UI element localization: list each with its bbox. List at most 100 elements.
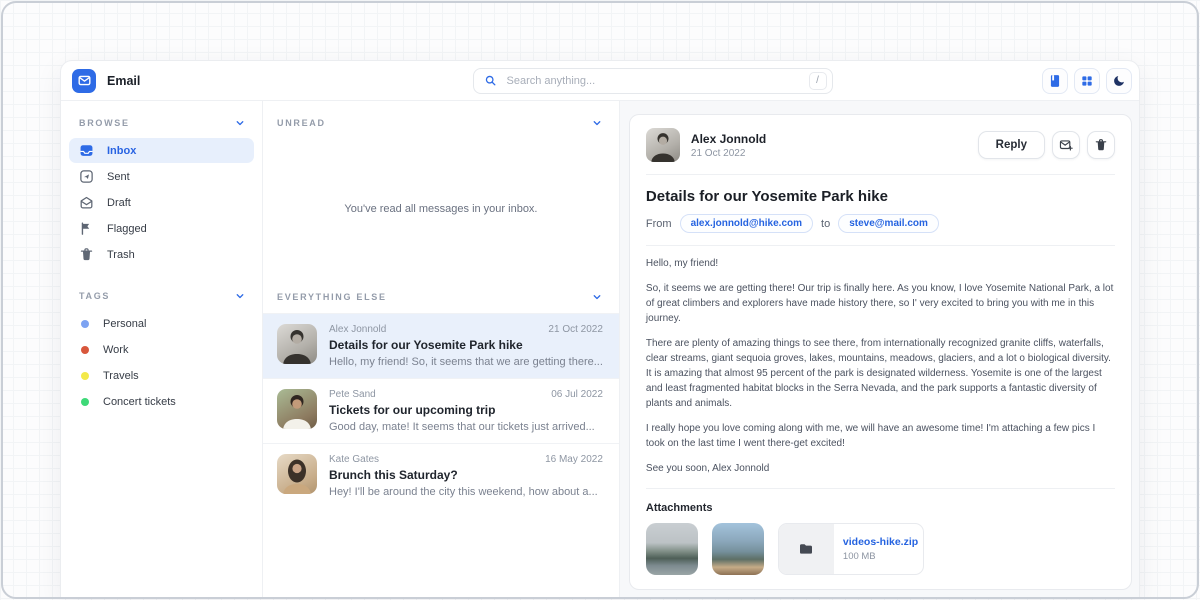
draft-icon <box>79 195 94 210</box>
from-email-chip[interactable]: alex.jonnold@hike.com <box>680 214 813 233</box>
tag-color-dot <box>81 398 89 406</box>
folder-icon <box>779 524 834 574</box>
divider <box>646 245 1115 246</box>
attachment-file-card[interactable]: videos-hike.zip 100 MB <box>778 523 924 575</box>
sidebar-item-label: Sent <box>107 171 130 183</box>
tags-list: Personal Work Travels Concert tickets <box>69 311 254 415</box>
email-sender: Pete Sand <box>329 389 376 400</box>
email-meta: Kate Gates 16 May 2022 Brunch this Satur… <box>329 454 603 498</box>
detail-date: 21 Oct 2022 <box>691 148 766 159</box>
email-subject: Brunch this Saturday? <box>329 468 603 482</box>
main-content: BROWSE Inbox Sent Draft Flagge <box>61 101 1139 597</box>
tag-item-travels[interactable]: Travels <box>69 363 254 389</box>
notebook-icon <box>1048 74 1062 88</box>
unread-section-header: UNREAD <box>263 101 619 139</box>
app-title: Email <box>107 74 140 88</box>
avatar <box>277 389 317 429</box>
apps-grid-button[interactable] <box>1074 68 1100 94</box>
email-list-item[interactable]: Pete Sand 06 Jul 2022 Tickets for our up… <box>263 378 619 443</box>
sidebar-item-draft[interactable]: Draft <box>69 190 254 215</box>
sidebar-item-inbox[interactable]: Inbox <box>69 138 254 163</box>
tag-item-concert-tickets[interactable]: Concert tickets <box>69 389 254 415</box>
tag-color-dot <box>81 320 89 328</box>
email-list-item[interactable]: Kate Gates 16 May 2022 Brunch this Satur… <box>263 443 619 508</box>
avatar <box>646 128 680 162</box>
email-detail-area: Alex Jonnold 21 Oct 2022 Reply Deta <box>620 101 1139 597</box>
moon-icon <box>1112 74 1126 88</box>
email-date: 21 Oct 2022 <box>548 324 602 335</box>
search-bar[interactable]: / <box>473 68 833 94</box>
avatar <box>277 324 317 364</box>
sidebar-item-sent[interactable]: Sent <box>69 164 254 189</box>
divider <box>646 488 1115 489</box>
sidebar-item-label: Flagged <box>107 223 147 235</box>
browse-section-label: BROWSE <box>79 118 130 128</box>
notebook-button[interactable] <box>1042 68 1068 94</box>
divider <box>646 174 1115 175</box>
browse-section-header: BROWSE <box>69 117 254 129</box>
tag-label: Travels <box>103 370 139 382</box>
reply-button[interactable]: Reply <box>978 131 1045 159</box>
sidebar-item-label: Trash <box>107 249 135 261</box>
trash-icon <box>79 247 94 262</box>
topbar-actions <box>1042 68 1139 94</box>
forward-mail-button[interactable] <box>1052 131 1080 159</box>
email-subject: Tickets for our upcoming trip <box>329 403 603 417</box>
tag-color-dot <box>81 372 89 380</box>
email-sender: Kate Gates <box>329 454 379 465</box>
everything-else-section-label: EVERYTHING ELSE <box>277 292 387 302</box>
dark-mode-toggle[interactable] <box>1106 68 1132 94</box>
email-list-column: UNREAD You've read all messages in your … <box>263 101 620 597</box>
chevron-down-icon[interactable] <box>234 117 246 129</box>
sent-icon <box>79 169 94 184</box>
search-shortcut-badge: / <box>809 72 827 90</box>
delete-button[interactable] <box>1087 131 1115 159</box>
email-body: Hello, my friend! So, it seems we are ge… <box>646 256 1115 476</box>
sidebar-item-label: Inbox <box>107 145 136 157</box>
attachment-file-size: 100 MB <box>843 551 923 562</box>
tag-item-work[interactable]: Work <box>69 337 254 363</box>
detail-header: Alex Jonnold 21 Oct 2022 Reply <box>646 128 1115 162</box>
detail-actions: Reply <box>978 131 1115 159</box>
detail-subject: Details for our Yosemite Park hike <box>646 188 1115 205</box>
email-app-window: Email / BROWSE <box>60 60 1140 598</box>
to-email-chip[interactable]: steve@mail.com <box>838 214 939 233</box>
sender-info: Alex Jonnold 21 Oct 2022 <box>691 132 766 159</box>
body-paragraph: See you soon, Alex Jonnold <box>646 461 1115 476</box>
attachments-row: videos-hike.zip 100 MB <box>646 523 1115 575</box>
email-subject: Details for our Yosemite Park hike <box>329 338 603 352</box>
tag-label: Personal <box>103 318 146 330</box>
unread-empty-message: You've read all messages in your inbox. <box>263 139 619 279</box>
app-brand: Email <box>61 69 263 93</box>
apps-grid-icon <box>1080 74 1094 88</box>
body-paragraph: I really hope you love coming along with… <box>646 421 1115 451</box>
attachment-photo-1[interactable] <box>646 523 698 575</box>
flag-icon <box>79 221 94 236</box>
mail-plus-icon <box>1059 138 1073 152</box>
file-info: videos-hike.zip 100 MB <box>834 524 923 574</box>
email-sender: Alex Jonnold <box>329 324 386 335</box>
search-icon <box>484 74 497 87</box>
folder-nav: Inbox Sent Draft Flagged Trash <box>69 138 254 267</box>
from-label: From <box>646 218 672 230</box>
body-paragraph: So, it seems we are getting there! Our t… <box>646 281 1115 326</box>
attachment-photo-2[interactable] <box>712 523 764 575</box>
email-list-item[interactable]: Alex Jonnold 21 Oct 2022 Details for our… <box>263 313 619 378</box>
tag-item-personal[interactable]: Personal <box>69 311 254 337</box>
detail-sender-name: Alex Jonnold <box>691 132 766 146</box>
search-input[interactable] <box>505 74 801 88</box>
sidebar-item-flagged[interactable]: Flagged <box>69 216 254 241</box>
chevron-down-icon[interactable] <box>591 117 603 129</box>
chevron-down-icon[interactable] <box>591 291 603 303</box>
email-preview: Good day, mate! It seems that our ticket… <box>329 421 603 433</box>
sidebar-item-trash[interactable]: Trash <box>69 242 254 267</box>
chevron-down-icon[interactable] <box>234 290 246 302</box>
from-to-row: From alex.jonnold@hike.com to steve@mail… <box>646 214 1115 233</box>
inbox-icon <box>79 143 94 158</box>
trash-icon <box>1094 138 1108 152</box>
email-date: 06 Jul 2022 <box>551 389 603 400</box>
tag-label: Concert tickets <box>103 396 176 408</box>
everything-else-section-header: EVERYTHING ELSE <box>263 279 619 313</box>
email-logo-icon <box>72 69 96 93</box>
topbar: Email / <box>61 61 1139 101</box>
